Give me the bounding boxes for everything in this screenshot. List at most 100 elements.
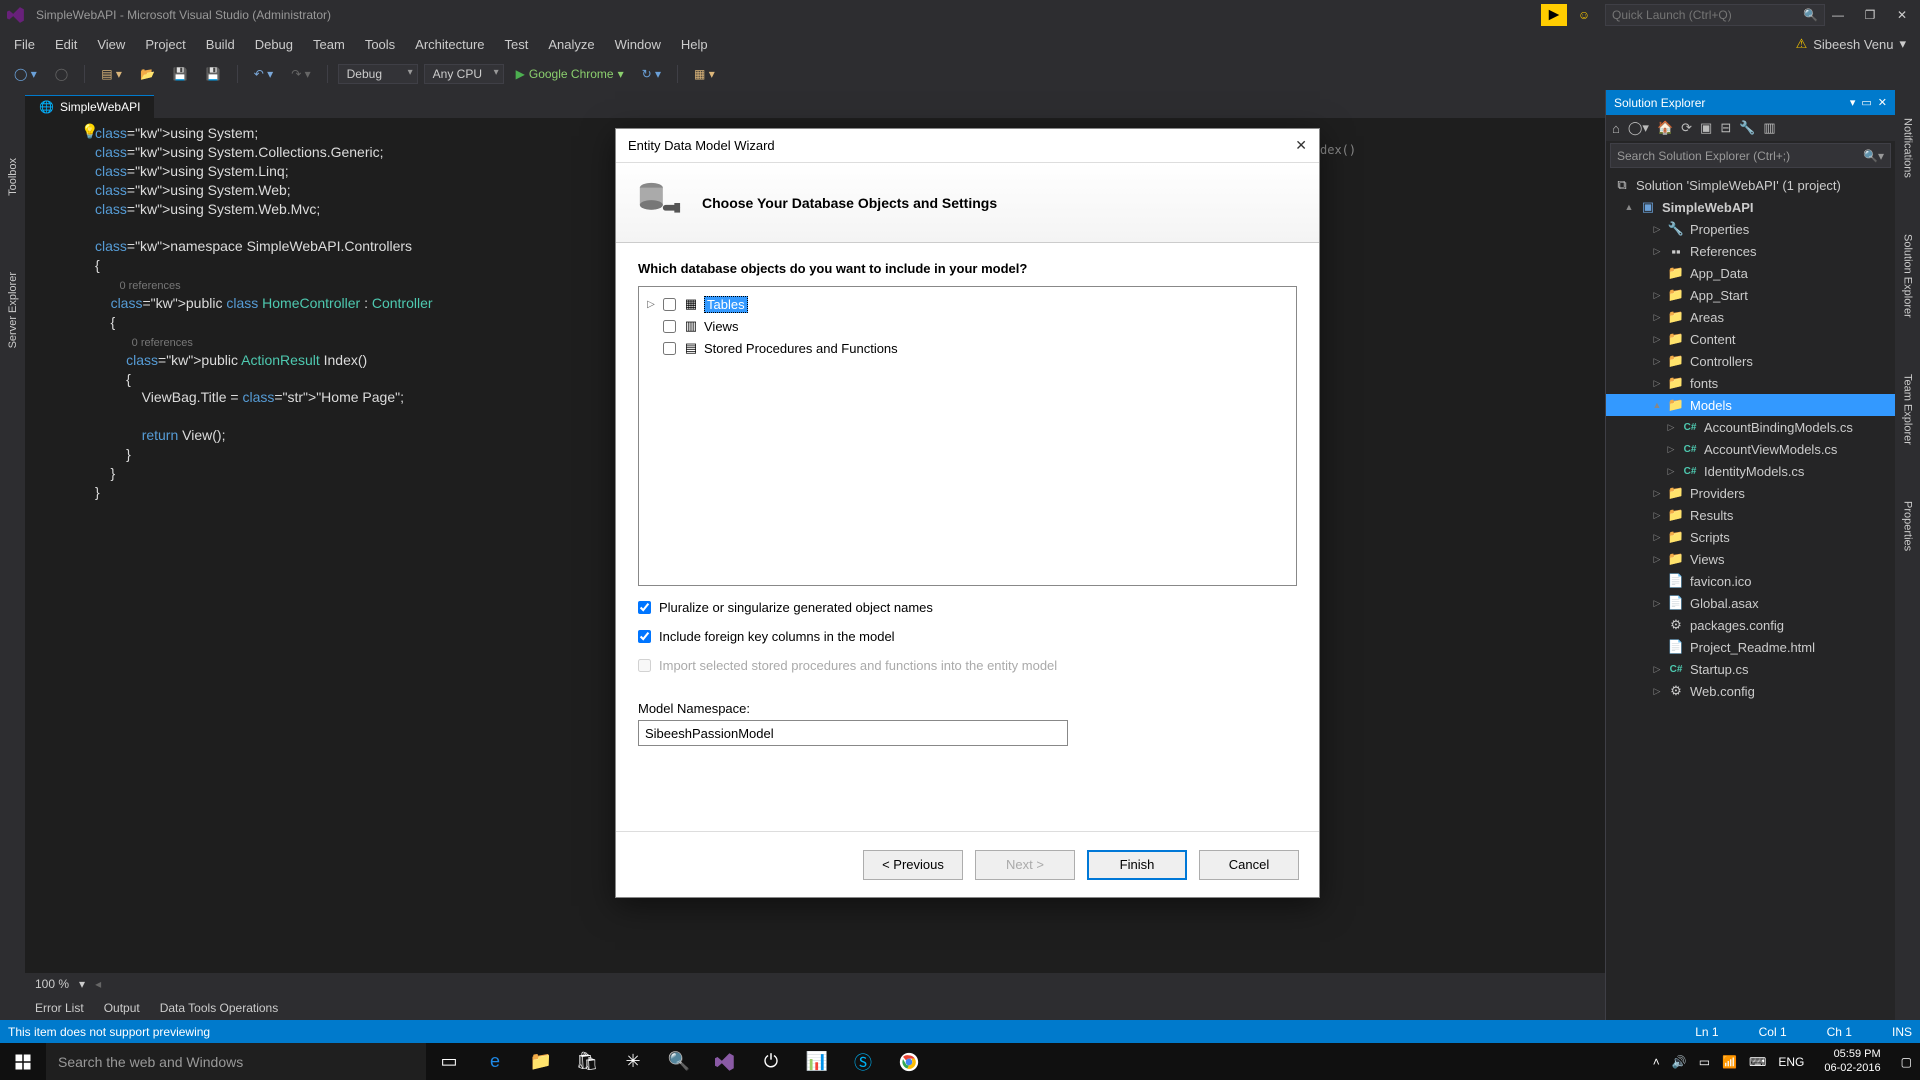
- tab-team-explorer[interactable]: Team Explorer: [1900, 366, 1916, 453]
- app-icon-1[interactable]: ✳: [610, 1043, 656, 1080]
- menu-analyze[interactable]: Analyze: [538, 33, 604, 56]
- tree-node[interactable]: ▷C#IdentityModels.cs: [1606, 460, 1895, 482]
- tree-node[interactable]: 📁App_Data: [1606, 262, 1895, 284]
- solution-root[interactable]: ⧉Solution 'SimpleWebAPI' (1 project): [1606, 174, 1895, 196]
- home-icon[interactable]: ⌂: [1612, 121, 1620, 136]
- solution-explorer-search[interactable]: Search Solution Explorer (Ctrl+;) 🔍▾: [1610, 143, 1891, 168]
- views-checkbox[interactable]: [663, 320, 676, 333]
- properties-icon[interactable]: 🔧: [1739, 120, 1755, 136]
- chevron-down-icon[interactable]: ▾: [1899, 36, 1906, 52]
- menu-window[interactable]: Window: [605, 33, 671, 56]
- app-icon-3[interactable]: ⏻: [748, 1043, 794, 1080]
- minimize-button[interactable]: —: [1826, 8, 1850, 22]
- restore-button[interactable]: ❐: [1858, 8, 1882, 22]
- task-view-icon[interactable]: ▭: [426, 1043, 472, 1080]
- nav-back-button[interactable]: ◯ ▾: [8, 65, 43, 83]
- panel-autohide-button[interactable]: ▭: [1861, 96, 1871, 109]
- tree-node[interactable]: ▷C#Startup.cs: [1606, 658, 1895, 680]
- tree-node[interactable]: ▷C#AccountViewModels.cs: [1606, 438, 1895, 460]
- history-back-icon[interactable]: ◯▾: [1628, 120, 1649, 136]
- signed-in-user[interactable]: Sibeesh Venu: [1813, 37, 1893, 52]
- tree-node[interactable]: ▷📁Content: [1606, 328, 1895, 350]
- tree-node[interactable]: ▷📄Global.asax: [1606, 592, 1895, 614]
- solution-config-dropdown[interactable]: Debug: [338, 64, 418, 84]
- tree-node[interactable]: ▷📁Views: [1606, 548, 1895, 570]
- solution-platform-dropdown[interactable]: Any CPU: [424, 64, 504, 84]
- tray-language[interactable]: ENG: [1778, 1055, 1804, 1069]
- tray-action-center-icon[interactable]: ▢: [1901, 1055, 1912, 1069]
- tray-keyboard-icon[interactable]: ⌨: [1749, 1055, 1766, 1069]
- visual-studio-icon[interactable]: [702, 1043, 748, 1080]
- expand-icon[interactable]: ▷: [645, 299, 657, 310]
- tab-data-tools[interactable]: Data Tools Operations: [160, 1001, 279, 1015]
- menu-build[interactable]: Build: [196, 33, 245, 56]
- undo-button[interactable]: ↶ ▾: [248, 65, 279, 83]
- menu-project[interactable]: Project: [135, 33, 195, 56]
- panel-dropdown-button[interactable]: ▾: [1850, 96, 1856, 109]
- menu-file[interactable]: File: [4, 33, 45, 56]
- db-object-views[interactable]: ▥ Views: [645, 315, 1290, 337]
- save-button[interactable]: 💾: [167, 65, 194, 83]
- previous-button[interactable]: < Previous: [863, 850, 963, 880]
- pluralize-checkbox[interactable]: [638, 601, 651, 614]
- tray-volume-icon[interactable]: 🔊: [1672, 1055, 1687, 1069]
- tables-checkbox[interactable]: [663, 298, 676, 311]
- menu-edit[interactable]: Edit: [45, 33, 87, 56]
- tree-node[interactable]: ▷📁Providers: [1606, 482, 1895, 504]
- zoom-level[interactable]: 100 %: [35, 977, 69, 991]
- tree-node[interactable]: ▷📁App_Start: [1606, 284, 1895, 306]
- feedback-flag-button[interactable]: [1541, 4, 1567, 26]
- pluralize-option[interactable]: Pluralize or singularize generated objec…: [638, 600, 1297, 615]
- chevron-down-icon[interactable]: ▾: [79, 977, 85, 991]
- cancel-button[interactable]: Cancel: [1199, 850, 1299, 880]
- tree-node[interactable]: ▷⚙Web.config: [1606, 680, 1895, 702]
- menu-architecture[interactable]: Architecture: [405, 33, 494, 56]
- taskbar-search[interactable]: Search the web and Windows: [46, 1043, 426, 1080]
- app-icon-4[interactable]: 📊: [794, 1043, 840, 1080]
- tree-node[interactable]: ▷▪▪References: [1606, 240, 1895, 262]
- toolbar-extra-button[interactable]: ▦ ▾: [688, 65, 721, 83]
- tray-battery-icon[interactable]: ▭: [1699, 1055, 1710, 1069]
- solution-tree[interactable]: ⧉Solution 'SimpleWebAPI' (1 project)▲▣Si…: [1606, 170, 1895, 1020]
- db-object-sprocs[interactable]: ▤ Stored Procedures and Functions: [645, 337, 1290, 359]
- refresh-icon[interactable]: ⟳: [1681, 120, 1692, 136]
- wizard-close-button[interactable]: ✕: [1295, 137, 1307, 154]
- foreign-key-option[interactable]: Include foreign key columns in the model: [638, 629, 1297, 644]
- tree-node[interactable]: ▷C#AccountBindingModels.cs: [1606, 416, 1895, 438]
- panel-close-button[interactable]: ✕: [1878, 96, 1887, 109]
- project-node[interactable]: ▲▣SimpleWebAPI: [1606, 196, 1895, 218]
- sync-icon[interactable]: 🏠: [1657, 120, 1673, 136]
- store-icon[interactable]: 🛍: [564, 1043, 610, 1080]
- start-debugging-button[interactable]: ▶ Google Chrome ▾: [510, 65, 630, 83]
- tree-node[interactable]: ▲📁Models: [1606, 394, 1895, 416]
- collapse-icon[interactable]: ⊟: [1720, 120, 1731, 136]
- preview-icon[interactable]: ▥: [1763, 120, 1775, 136]
- tree-node[interactable]: ▷📁Areas: [1606, 306, 1895, 328]
- tree-node[interactable]: ▷📁Results: [1606, 504, 1895, 526]
- menu-help[interactable]: Help: [671, 33, 718, 56]
- tab-output[interactable]: Output: [104, 1001, 140, 1015]
- tree-node[interactable]: ▷📁Scripts: [1606, 526, 1895, 548]
- start-button[interactable]: [0, 1043, 46, 1080]
- menu-test[interactable]: Test: [495, 33, 539, 56]
- database-objects-tree[interactable]: ▷ ▦ Tables ▥ Views ▤ Stored Procedures a…: [638, 286, 1297, 586]
- finish-button[interactable]: Finish: [1087, 850, 1187, 880]
- tree-node[interactable]: 📄Project_Readme.html: [1606, 636, 1895, 658]
- nav-forward-button[interactable]: ◯: [49, 65, 74, 83]
- tree-node[interactable]: ⚙packages.config: [1606, 614, 1895, 636]
- sprocs-checkbox[interactable]: [663, 342, 676, 355]
- tab-notifications[interactable]: Notifications: [1900, 110, 1916, 186]
- menu-debug[interactable]: Debug: [245, 33, 303, 56]
- new-project-button[interactable]: ▤ ▾: [95, 65, 128, 83]
- tray-clock[interactable]: 05:59 PM 06-02-2016: [1816, 1048, 1888, 1074]
- open-file-button[interactable]: 📂: [134, 65, 161, 83]
- edge-icon[interactable]: e: [472, 1043, 518, 1080]
- tree-node[interactable]: ▷🔧Properties: [1606, 218, 1895, 240]
- menu-view[interactable]: View: [87, 33, 135, 56]
- app-icon-2[interactable]: 🔍: [656, 1043, 702, 1080]
- redo-button[interactable]: ↷ ▾: [285, 65, 316, 83]
- tab-properties[interactable]: Properties: [1900, 493, 1916, 559]
- document-tab[interactable]: 🌐 SimpleWebAPI: [25, 95, 154, 118]
- close-button[interactable]: ✕: [1890, 8, 1914, 22]
- namespace-input[interactable]: [638, 720, 1068, 746]
